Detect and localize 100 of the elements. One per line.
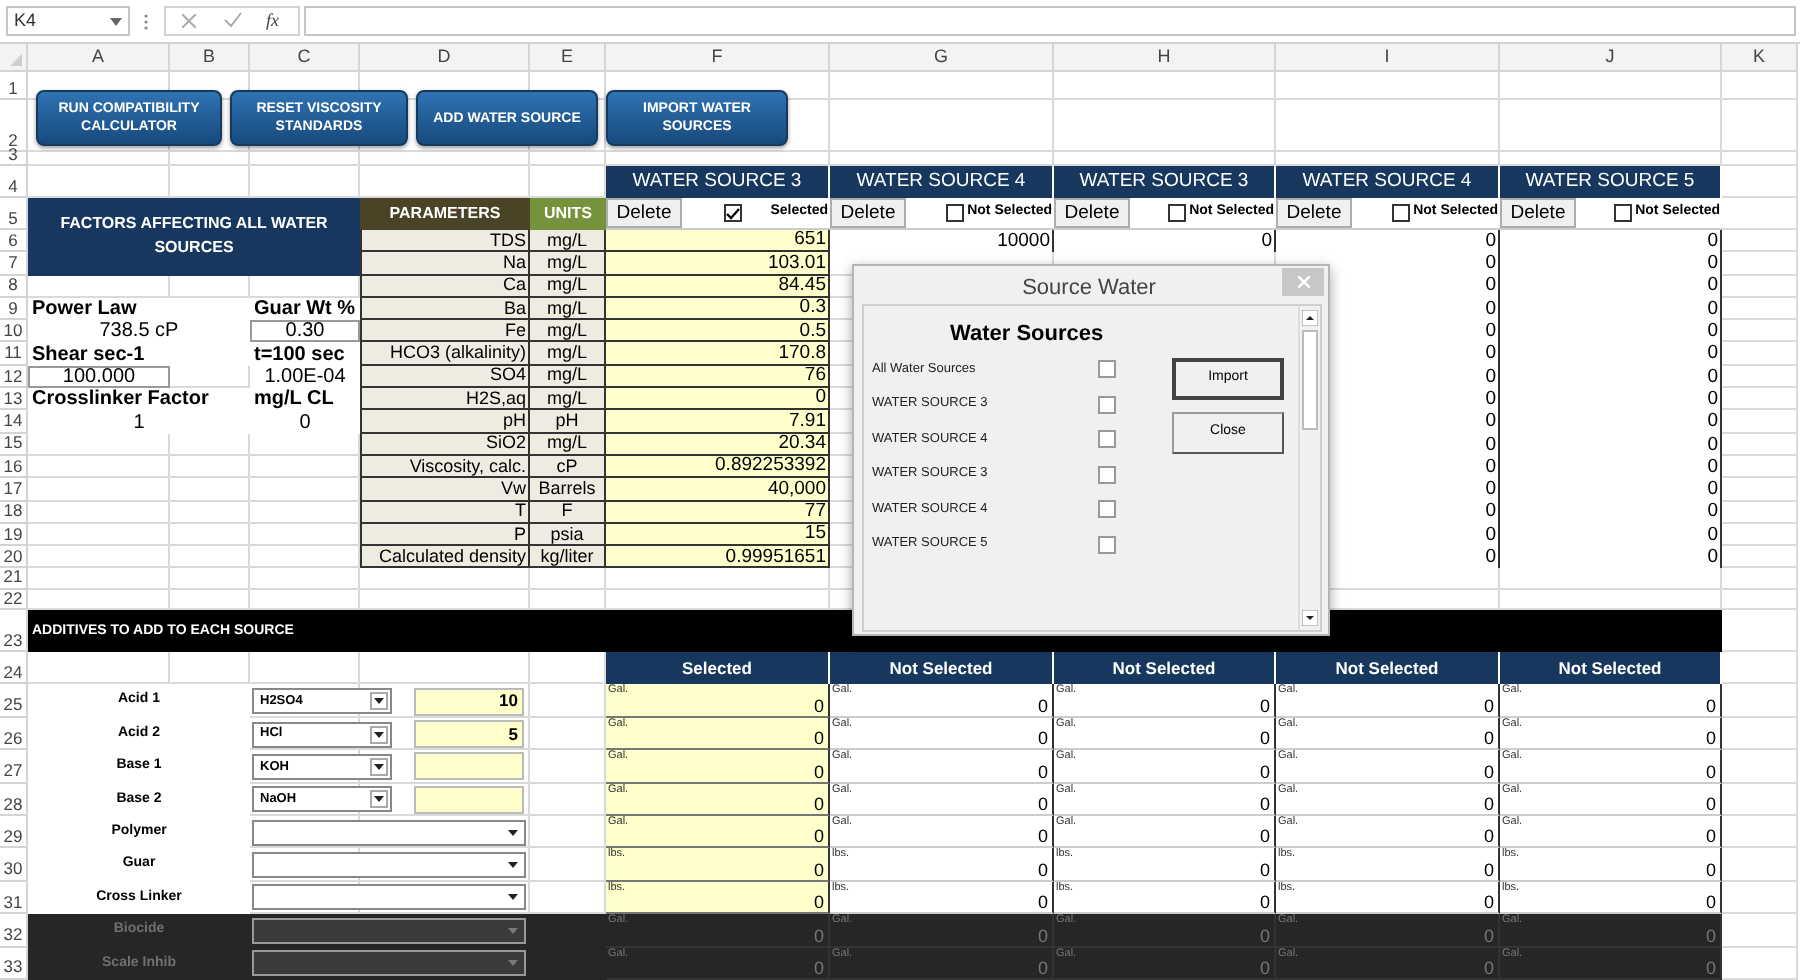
row-header[interactable]: 19 [0, 523, 28, 547]
row-header[interactable]: 8 [0, 275, 28, 298]
input-field[interactable]: 0.30 [250, 320, 360, 343]
cell-value: 0 [813, 894, 824, 913]
column-title: Selected [606, 652, 830, 685]
checkbox[interactable] [1098, 465, 1116, 484]
checkbox[interactable] [1391, 204, 1410, 222]
table-cell: 0 [1500, 478, 1722, 502]
table-cell: mg/L [530, 252, 606, 276]
row-header[interactable]: 10 [0, 320, 28, 343]
delete-button[interactable]: Delete [606, 198, 682, 228]
row-header[interactable]: 26 [0, 717, 28, 751]
column-header[interactable]: E [530, 44, 606, 72]
checkbox[interactable] [1098, 360, 1116, 379]
row-header[interactable]: 29 [0, 816, 28, 849]
table-cell: 10000 [830, 230, 1054, 253]
triangle-icon [10, 54, 22, 66]
row-header[interactable]: 22 [0, 589, 28, 611]
row-header[interactable]: 3 [0, 152, 28, 166]
cell-value: 0 [1705, 730, 1716, 749]
checkbox[interactable] [1098, 430, 1116, 449]
column-title: Not Selected [1276, 652, 1500, 685]
field-label: Power Law [28, 297, 250, 321]
column-header[interactable]: A [28, 44, 170, 72]
table-cell: 0 [1500, 501, 1722, 524]
cell-value: 0 [1259, 927, 1270, 946]
row-header[interactable]: 24 [0, 652, 28, 685]
row-header[interactable]: 30 [0, 848, 28, 882]
function-button[interactable]: fx [266, 8, 279, 35]
row-header[interactable]: 14 [0, 410, 28, 434]
row-header[interactable]: 20 [0, 546, 28, 569]
column-header[interactable]: H [1054, 44, 1276, 72]
row-header[interactable]: 21 [0, 568, 28, 590]
dropdown[interactable] [252, 819, 526, 846]
row-header[interactable]: 18 [0, 501, 28, 524]
row-header[interactable]: 31 [0, 881, 28, 915]
column-header[interactable]: C [250, 44, 360, 72]
checkbox[interactable] [945, 204, 964, 222]
table-cell: 0 [1500, 275, 1722, 298]
column-header[interactable]: F [606, 44, 830, 72]
dropdown[interactable] [252, 884, 526, 911]
row-header[interactable]: 9 [0, 297, 28, 321]
column-header[interactable]: I [1276, 44, 1500, 72]
checkbox[interactable] [724, 204, 743, 222]
scrollbar[interactable] [1298, 306, 1320, 630]
cell-value: 0 [1483, 697, 1494, 716]
row-header[interactable]: 25 [0, 684, 28, 718]
table-cell: 76 [606, 365, 830, 389]
delete-button[interactable]: Delete [1276, 198, 1352, 228]
table-cell: mg/L [530, 342, 606, 366]
scroll-up-icon[interactable] [1302, 310, 1318, 326]
checkbox[interactable] [1613, 204, 1632, 222]
column-title: WATER SOURCE 5 [1500, 166, 1722, 198]
checkbox[interactable] [1167, 204, 1186, 222]
cell-value: 0 [813, 763, 824, 782]
caret-icon [508, 862, 518, 869]
row-header[interactable]: 6 [0, 230, 28, 253]
formula-input[interactable] [304, 6, 1796, 36]
input-field[interactable] [414, 785, 524, 814]
input-field[interactable] [414, 752, 524, 781]
checkbox[interactable] [1098, 395, 1116, 414]
close-button[interactable] [1282, 268, 1324, 296]
field-label: t=100 sec [250, 342, 360, 366]
row-header[interactable]: 11 [0, 342, 28, 366]
row-header[interactable]: 13 [0, 388, 28, 411]
row-header[interactable]: 15 [0, 433, 28, 456]
row-header[interactable]: 4 [0, 166, 28, 198]
checkbox[interactable] [1098, 500, 1116, 519]
column-header[interactable]: K [1722, 44, 1798, 72]
scroll-thumb[interactable] [1302, 330, 1318, 430]
column-header[interactable]: D [360, 44, 530, 72]
input-field[interactable]: 100.000 [28, 365, 170, 389]
row-header[interactable]: 33 [0, 947, 28, 980]
row-header[interactable]: 16 [0, 455, 28, 479]
input-field[interactable]: 5 [414, 720, 524, 749]
table-cell: mg/L [530, 230, 606, 253]
delete-button[interactable]: Delete [1054, 198, 1130, 228]
delete-button[interactable]: Delete [830, 198, 906, 228]
row-header[interactable]: 1 [0, 72, 28, 100]
row-header[interactable]: 17 [0, 478, 28, 502]
row-header[interactable]: 5 [0, 198, 28, 230]
delete-button[interactable]: Delete [1500, 198, 1576, 228]
column-header[interactable]: J [1500, 44, 1722, 72]
checkbox[interactable] [1098, 535, 1116, 554]
name-box[interactable]: K4 [6, 6, 130, 36]
check-icon[interactable] [224, 12, 242, 28]
row-header[interactable]: 28 [0, 783, 28, 817]
scroll-down-icon[interactable] [1302, 610, 1318, 626]
table-cell: 84.45 [606, 275, 830, 298]
column-header[interactable]: G [830, 44, 1054, 72]
input-field[interactable]: 10 [414, 687, 524, 716]
cancel-icon[interactable] [182, 14, 196, 28]
field-label: Shear sec-1 [28, 342, 250, 366]
row-header[interactable]: 27 [0, 750, 28, 784]
row-header[interactable]: 7 [0, 252, 28, 276]
column-header[interactable]: B [170, 44, 250, 72]
row-header[interactable]: 32 [0, 914, 28, 948]
dropdown[interactable] [252, 852, 526, 879]
row-header[interactable]: 12 [0, 365, 28, 389]
row-header[interactable]: 23 [0, 610, 28, 653]
